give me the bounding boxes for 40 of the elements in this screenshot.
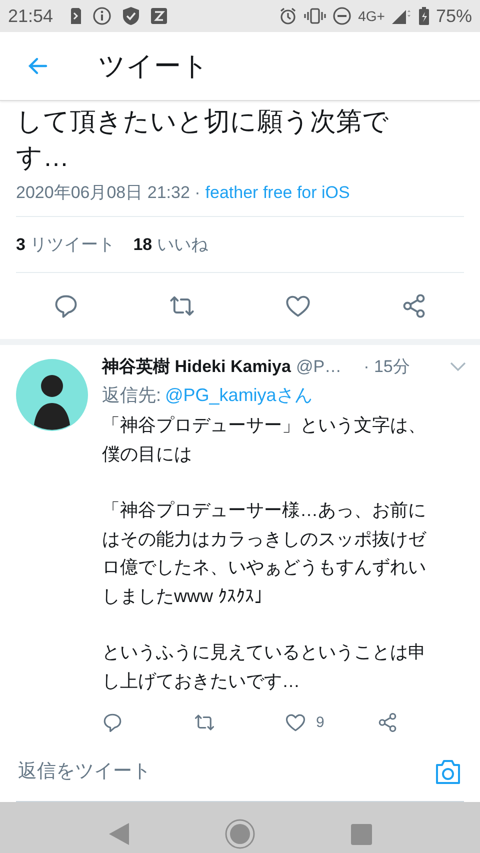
- user-name: 神谷英樹 Hideki Kamiya: [102, 356, 291, 378]
- avatar: [16, 359, 88, 431]
- stat-link[interactable]: 3 リツイート: [16, 233, 116, 256]
- heart-button[interactable]: 9: [283, 710, 326, 734]
- reply-text: というふうに見えているということは申し上げておきたいです…: [102, 641, 427, 692]
- heart-icon: [285, 712, 306, 732]
- reply-text: 「神谷プロデューサー」という文字は、僕の目には: [102, 414, 427, 466]
- shield-icon: [123, 7, 140, 25]
- camera-icon: [434, 759, 462, 785]
- tweet-time: · 15分: [364, 356, 410, 378]
- battery-percent: 75%: [436, 6, 472, 26]
- info-icon: [93, 7, 112, 25]
- mention-link[interactable]: @PG_kamiyaさん: [165, 385, 312, 405]
- vibrate-icon: [304, 8, 326, 24]
- app-notification-icon: [151, 8, 168, 24]
- network-type: 4G+: [358, 8, 385, 24]
- do-not-disturb-icon: [333, 7, 352, 25]
- heart-icon: [285, 293, 311, 319]
- square-icon: [350, 824, 372, 844]
- triangle-back-icon: [108, 823, 128, 845]
- share-icon: [401, 293, 427, 319]
- reply-text: 「神谷プロデューサー様…あっ、お前にはその能力はカラっきしのスッポ抜けゼロ億でしたネ、いやぁどうもすんずれいしましたwww ｸｽｸｽ」: [102, 499, 428, 608]
- reply-icon: [53, 293, 79, 319]
- alarm-icon: [279, 7, 298, 25]
- tweet-timestamp: 2020年06月08日 21:32 ·: [16, 183, 200, 202]
- user-handle: @P…: [296, 356, 342, 376]
- retweet-icon: [194, 712, 214, 732]
- reply-icon: [102, 712, 123, 732]
- reply-input-field[interactable]: 返信をツイート: [16, 760, 432, 784]
- reply-to-label: 返信先:: [102, 385, 162, 405]
- signal-icon: [392, 8, 412, 24]
- screen-title: ツイート: [98, 50, 209, 83]
- home-circle-icon: [224, 819, 254, 849]
- share-icon: [376, 712, 398, 732]
- battery-icon: [418, 7, 429, 25]
- sim-card-icon: [71, 8, 82, 24]
- clock-time: 21:54: [8, 6, 54, 26]
- stat-link[interactable]: 18 いいね: [133, 233, 208, 256]
- source-link[interactable]: feather free for iOS: [205, 183, 350, 202]
- tweet-text: して頂きたいと切に願う次第です…: [16, 105, 390, 174]
